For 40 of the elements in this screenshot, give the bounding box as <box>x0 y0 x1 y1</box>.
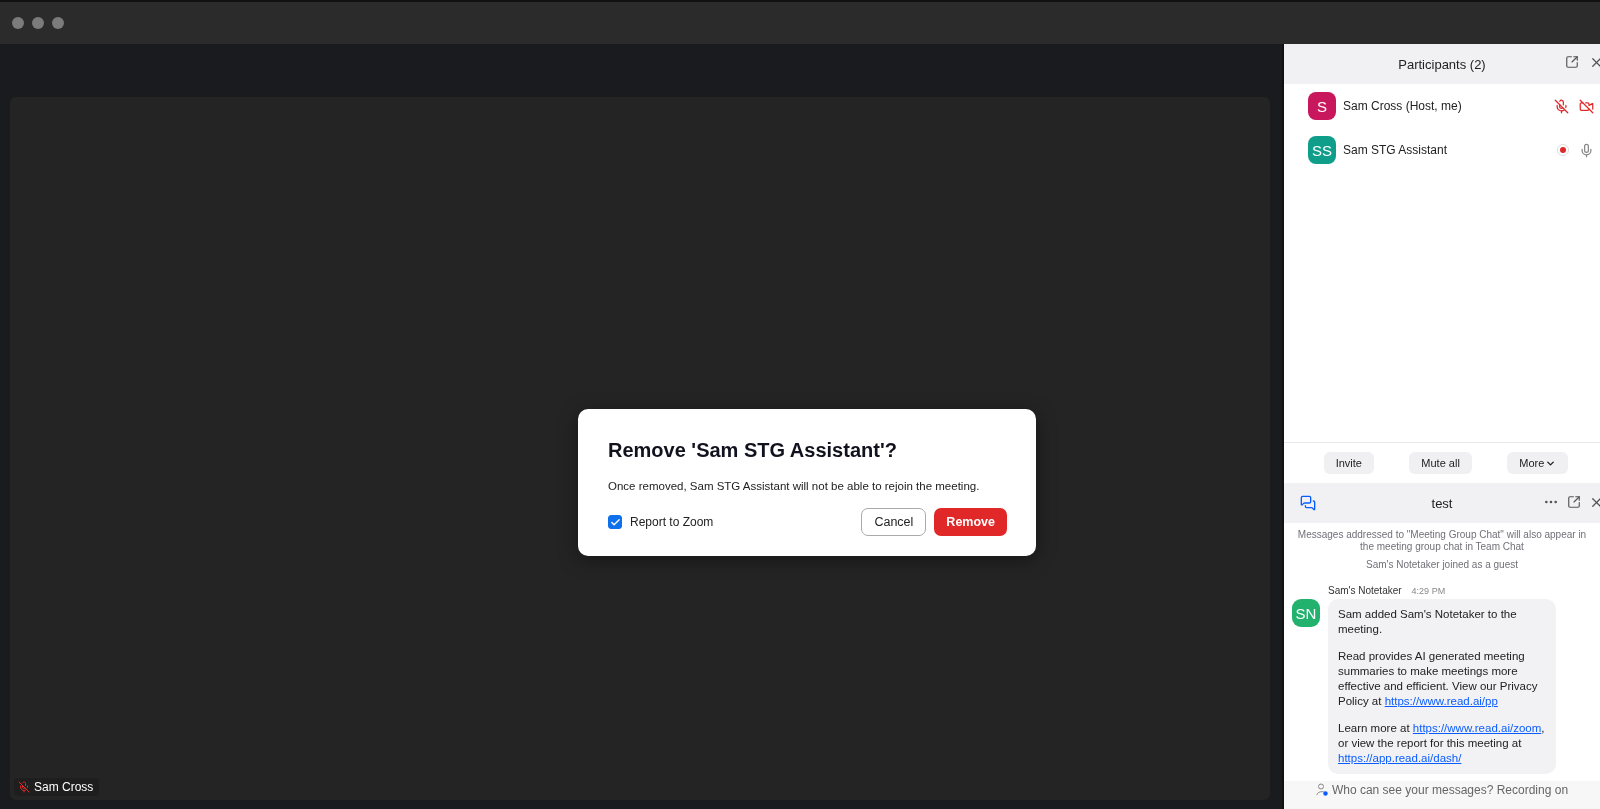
avatar: SS <box>1308 136 1336 164</box>
chat-title: test <box>1431 495 1453 511</box>
panel-title: Participants (2) <box>1398 56 1486 72</box>
message-link[interactable]: https://www.read.ai/pp <box>1384 695 1498 707</box>
panel-button[interactable]: More <box>1507 452 1569 474</box>
pop-out-icon[interactable] <box>1567 495 1581 509</box>
panel-button[interactable]: Invite <box>1323 452 1374 474</box>
participant-name: Sam Cross (Host, me) <box>1343 99 1462 113</box>
participant-name: Sam STG Assistant <box>1343 143 1448 157</box>
mic-icon[interactable] <box>1579 142 1594 158</box>
chat-icon[interactable] <box>1300 495 1316 511</box>
person-icon <box>1315 783 1328 796</box>
panel-button[interactable]: Mute all <box>1409 452 1472 474</box>
message-link[interactable]: https://app.read.ai/dash/ <box>1338 752 1462 764</box>
participant-name: Sam Cross <box>34 780 94 794</box>
dialog-message: Once removed, Sam STG Assistant will not be able to rejoin the meeting. <box>608 480 981 492</box>
window-control[interactable] <box>32 17 44 29</box>
message-text: Sam added Sam's Notetaker to the meeting. <box>1338 607 1518 637</box>
sender-name: Sam's Notetaker <box>1328 585 1402 596</box>
video-off-icon[interactable] <box>1579 98 1594 114</box>
window-control[interactable] <box>12 17 24 29</box>
avatar: SN <box>1292 599 1320 627</box>
message-text: Learn more at https://www.read.ai/zoom, or view the report for this meeting at https://app.read.ai/dash/ <box>1338 721 1546 766</box>
cancel-button[interactable]: Cancel <box>861 508 927 536</box>
participant-row[interactable]: S Sam Cross (Host, me) <box>1284 84 1600 128</box>
pop-out-icon[interactable] <box>1565 55 1579 69</box>
muted-mic-icon[interactable] <box>1554 98 1569 114</box>
checkbox-label: Report to Zoom <box>630 515 715 529</box>
remove-button[interactable]: Remove <box>934 508 1007 536</box>
checkbox[interactable] <box>608 515 622 529</box>
dialog-title: Remove 'Sam STG Assistant'? <box>608 439 898 462</box>
avatar: S <box>1308 92 1336 120</box>
participant-row[interactable]: SS Sam STG Assistant <box>1284 128 1600 172</box>
chat-notice: Sam's Notetaker joined as a guest <box>1365 559 1519 571</box>
chat-notice: Messages addressed to "Meeting Group Chat" will also appear in the meeting group chat in Team Chat <box>1296 529 1588 553</box>
close-icon[interactable] <box>1589 55 1600 70</box>
chat-footer-text: Who can see your messages? Recording on <box>1331 783 1569 797</box>
message-text: Read provides AI generated meeting summaries to make meetings more effective and efficient. View our Privacy Policy at https://www.read.ai/pp <box>1338 649 1539 709</box>
message-time: 4:29 PM <box>1411 586 1446 596</box>
window-control[interactable] <box>52 17 64 29</box>
